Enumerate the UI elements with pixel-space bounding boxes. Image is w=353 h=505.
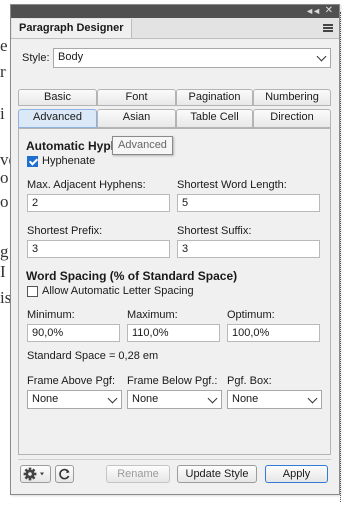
footer-divider [18,459,331,460]
standard-space-readout: Standard Space = 0,28 em [27,350,159,362]
maximum-field[interactable]: 110,0% [127,324,220,342]
style-select-value: Body [58,51,84,63]
hyphenate-label: Hyphenate [42,155,96,167]
frame-above-select[interactable]: None [27,390,122,409]
word-spacing-heading: Word Spacing (% of Standard Space) [26,269,238,283]
gear-icon [23,467,44,481]
minimum-field[interactable]: 90,0% [27,324,120,342]
max-adjacent-hyphens-field[interactable]: 2 [27,194,170,212]
tab-basic[interactable]: Basic [18,89,97,106]
rename-button[interactable]: Rename [106,465,170,483]
update-style-button[interactable]: Update Style [177,465,257,483]
tab-direction[interactable]: Direction [253,109,331,128]
frame-above-value: None [32,393,59,405]
collapse-double-chevron-icon[interactable]: ◄◄ [305,5,321,17]
apply-button[interactable]: Apply [265,465,328,483]
shortest-word-length-field[interactable]: 5 [177,194,320,212]
allow-letter-spacing-checkbox[interactable] [27,286,38,297]
style-label: Style: [22,52,50,64]
advanced-tooltip: Advanced [112,136,173,155]
tab-pagination[interactable]: Pagination [176,89,253,106]
optimum-field[interactable]: 100,0% [227,324,320,342]
pgf-box-select[interactable]: None [227,390,322,409]
automatic-hyphenation-heading: Automatic Hyphenation [26,139,116,153]
tab-advanced[interactable]: Advanced [18,109,97,128]
minimum-label: Minimum: [27,309,75,321]
chevron-down-icon [307,393,318,404]
chevron-down-icon [316,51,327,62]
tab-table-cell[interactable]: Table Cell [176,109,253,128]
frame-below-value: None [132,393,159,405]
frame-below-label: Frame Below Pgf.: [127,375,218,387]
maximum-label: Maximum: [127,309,178,321]
shortest-word-length-label: Shortest Word Length: [177,179,287,191]
frame-below-select[interactable]: None [127,390,222,409]
style-select[interactable]: Body [53,48,331,68]
chevron-down-icon [107,393,118,404]
tab-font[interactable]: Font [97,89,176,106]
panel-tab-bar: Paragraph Designer [11,18,339,39]
paragraph-designer-panel: ◄◄ ✕ Paragraph Designer Style: Body Basi… [10,4,340,495]
gear-menu-button[interactable] [20,465,51,483]
shortest-suffix-field[interactable]: 3 [177,240,320,258]
hyphenate-checkbox[interactable] [27,156,38,167]
frame-above-label: Frame Above Pgf: [27,375,116,387]
max-adjacent-hyphens-label: Max. Adjacent Hyphens: [27,179,146,191]
pgf-box-value: None [232,393,259,405]
shortest-prefix-label: Shortest Prefix: [27,225,103,237]
refresh-icon [59,468,70,480]
close-x-icon[interactable]: ✕ [325,5,333,17]
shortest-suffix-label: Shortest Suffix: [177,225,252,237]
allow-letter-spacing-label: Allow Automatic Letter Spacing [42,285,194,297]
refresh-button[interactable] [55,465,74,483]
shortest-prefix-field[interactable]: 3 [27,240,170,258]
panel-header-bar: ◄◄ ✕ [11,5,339,18]
tab-asian[interactable]: Asian [97,109,176,128]
tab-numbering[interactable]: Numbering [253,89,331,106]
pgf-box-label: Pgf. Box: [227,375,272,387]
panel-menu-icon[interactable] [323,24,333,32]
optimum-label: Optimum: [227,309,275,321]
panel-title-tab[interactable]: Paragraph Designer [12,19,132,38]
chevron-down-icon [207,393,218,404]
